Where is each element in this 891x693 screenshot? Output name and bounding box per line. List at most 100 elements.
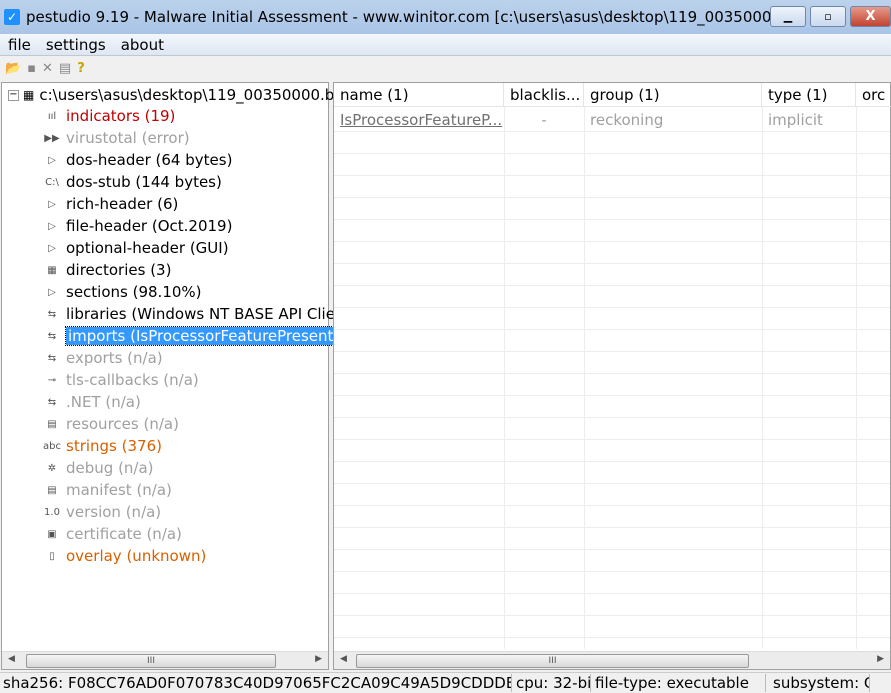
tree-item[interactable]: ▷ sections (98.10%) [42,281,202,303]
tree-item-icon: ⇆ [47,330,57,342]
column-header[interactable]: name (1) [334,83,504,107]
status-sha256: sha256: F08CC76AD0F070783C40D97065FC2CA0… [0,674,512,692]
tree-item-icon: abc [43,440,61,452]
row-divider [334,571,890,572]
open-icon[interactable]: 📂 [5,61,21,76]
row-divider [334,461,890,462]
tree-item-label: directories (3) [66,261,172,279]
column-header[interactable]: orc [856,83,891,107]
row-divider [334,175,890,176]
scroll-thumb[interactable]: III [26,654,276,668]
row-divider [334,505,890,506]
help-icon[interactable]: ? [77,61,85,76]
save-icon[interactable]: ▪ [27,61,36,76]
tree-item-label: tls-callbacks (n/a) [66,371,199,389]
table-cell[interactable]: implicit [762,109,856,131]
tree-item-icon: ▷ [48,286,56,298]
clipboard-icon[interactable]: ▤ [59,61,71,76]
tree-root[interactable]: − ▦ c:\users\asus\desktop\119_00350000.b [8,86,334,104]
menu-about[interactable]: about [113,36,171,54]
column-divider [584,107,585,649]
tree-item-icon: ▤ [47,484,57,496]
app-icon: ✓ [4,9,20,25]
row-divider [334,219,890,220]
tree-item[interactable]: ⇆ exports (n/a) [42,347,163,369]
table-cell[interactable]: IsProcessorFeatureP... [334,109,504,131]
tree-item[interactable]: ▣ certificate (n/a) [42,523,182,545]
row-divider [334,615,890,616]
row-divider [334,307,890,308]
root-label: c:\users\asus\desktop\119_00350000.b [39,86,335,104]
scroll-thumb[interactable]: III [356,654,749,668]
toolbar: 📂 ▪ ✕ ▤ ? [0,57,891,79]
table-cell[interactable] [856,109,891,131]
tree-item-label: indicators (19) [66,107,176,125]
tree-item[interactable]: abc strings (376) [42,435,162,457]
tree-item[interactable]: ▦ directories (3) [42,259,171,281]
title-bar: ✓ pestudio 9.19 - Malware Initial Assess… [0,0,891,34]
tree-item-label: version (n/a) [66,503,162,521]
tree-item-icon: 1.0 [44,506,60,518]
tree-item-label: debug (n/a) [66,459,154,477]
row-divider [334,395,890,396]
tree-item-icon: ▷ [48,220,56,232]
tree-item-icon: ⇆ [47,352,57,364]
tree-item[interactable]: ▶▶ virustotal (error) [42,127,189,149]
tree-item[interactable]: C:\ dos-stub (144 bytes) [42,171,222,193]
row-divider [334,549,890,550]
tree-item[interactable]: ⇆ libraries (Windows NT BASE API Clier [42,303,341,325]
tree-item-label: imports (IsProcessorFeaturePresent) [64,326,343,346]
tree-item-label: strings (376) [66,437,162,455]
close-file-icon[interactable]: ✕ [42,61,53,76]
tree-item-icon: ▤ [47,418,57,430]
tree-item-icon: ııl [47,110,57,122]
tree-item-icon: ⇆ [47,308,57,320]
column-header[interactable]: type (1) [762,83,856,107]
tree-item-label: manifest (n/a) [66,481,172,499]
status-subsystem: subsystem: GU [770,674,870,692]
tree-item[interactable]: ııl indicators (19) [42,105,176,127]
tree-item-label: resources (n/a) [66,415,179,433]
collapse-icon[interactable]: − [8,89,19,101]
tree-item[interactable]: ▷ optional-header (GUI) [42,237,229,259]
tree-item-label: .NET (n/a) [66,393,141,411]
tree-item[interactable]: ▷ dos-header (64 bytes) [42,149,232,171]
menu-settings[interactable]: settings [38,36,113,54]
row-divider [334,417,890,418]
table-cell[interactable]: - [504,109,584,131]
tree-horizontal-scrollbar[interactable]: ◀ III ▶ [2,651,328,669]
tree-item[interactable]: ✲ debug (n/a) [42,457,154,479]
row-divider [334,527,890,528]
minimize-button[interactable]: ▁ [770,6,806,27]
tree-item[interactable]: 1.0 version (n/a) [42,501,161,523]
tree-item[interactable]: ⇆ .NET (n/a) [42,391,141,413]
column-header[interactable]: blacklis... [504,83,584,107]
tree-item-label: sections (98.10%) [66,283,202,301]
row-divider [334,153,890,154]
tree-item-label: certificate (n/a) [66,525,182,543]
tree-item[interactable]: ▤ manifest (n/a) [42,479,172,501]
table-horizontal-scrollbar[interactable]: ◀ III ▶ [334,651,890,669]
tree-item[interactable]: ⇆ imports (IsProcessorFeaturePresent) [42,325,343,347]
status-cpu: cpu: 32-bi [513,674,591,692]
tree-item[interactable]: ▤ resources (n/a) [42,413,179,435]
tree-item-icon: ▷ [48,154,56,166]
tree-item-label: dos-header (64 bytes) [66,151,233,169]
file-icon: ▦ [23,88,35,102]
status-bar: sha256: F08CC76AD0F070783C40D97065FC2CA0… [0,672,891,693]
table-cell[interactable]: reckoning [584,109,762,131]
menu-file[interactable]: file [0,36,38,54]
tree-item[interactable]: ▷ file-header (Oct.2019) [42,215,232,237]
tree-item[interactable]: ⊸ tls-callbacks (n/a) [42,369,199,391]
tree-item[interactable]: ▷ rich-header (6) [42,193,178,215]
close-button[interactable]: X [850,6,891,27]
column-header[interactable]: group (1) [584,83,762,107]
row-divider [334,483,890,484]
tree-item-icon: ▦ [47,264,57,276]
tree-item-label: file-header (Oct.2019) [66,217,233,235]
tree-item-label: optional-header (GUI) [66,239,229,257]
maximize-button[interactable]: ▫ [810,6,846,27]
row-divider [334,329,890,330]
row-divider [334,373,890,374]
tree-item[interactable]: ▯ overlay (unknown) [42,545,206,567]
